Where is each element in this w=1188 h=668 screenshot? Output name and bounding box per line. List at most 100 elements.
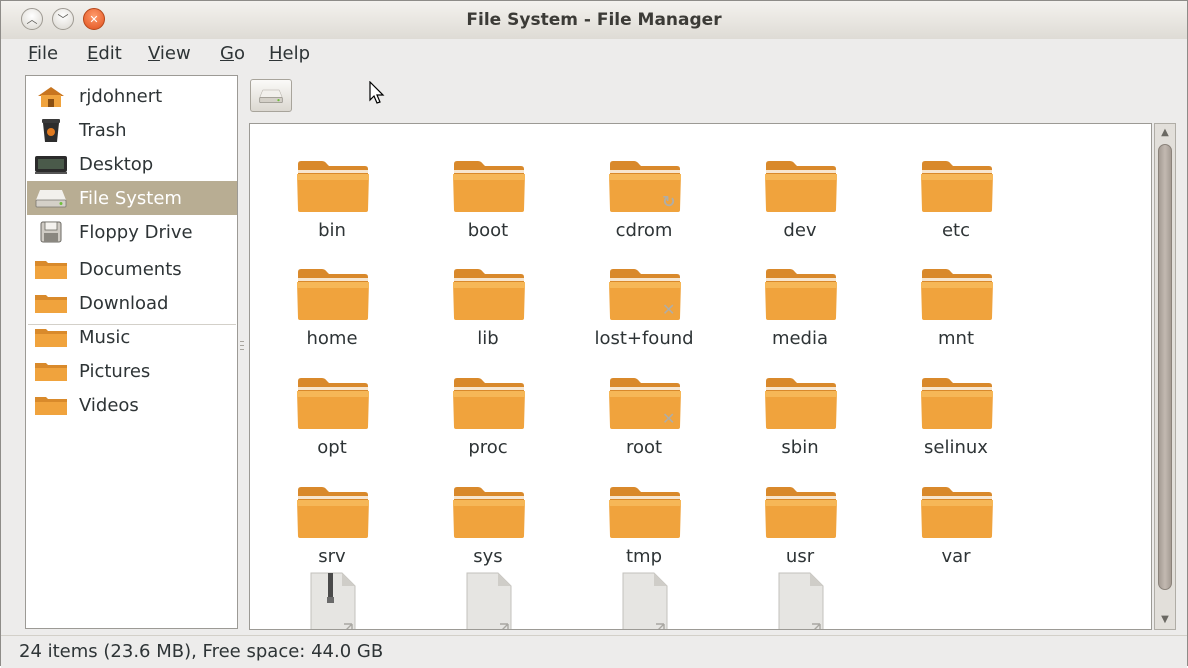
- sidebar-item-file-system[interactable]: File System: [27, 181, 237, 215]
- file-name-label: boot: [467, 220, 509, 241]
- file-name-label: root: [625, 437, 663, 458]
- status-bar: 24 items (23.6 MB), Free space: 44.0 GB: [1, 635, 1187, 668]
- file-item-dev[interactable]: dev: [730, 138, 870, 242]
- sidebar-item-floppy-drive[interactable]: Floppy Drive: [27, 215, 237, 249]
- file-name-label: proc: [468, 437, 508, 458]
- file-name-label: selinux: [924, 437, 988, 458]
- folder-icon: [764, 375, 838, 431]
- file-item-tmp[interactable]: tmp: [574, 464, 714, 568]
- file-item-usr[interactable]: usr: [730, 464, 870, 568]
- folder-icon: [920, 484, 994, 540]
- pane-resize-handle[interactable]: [239, 341, 245, 357]
- folder-icon: [920, 266, 994, 322]
- drive-icon: [259, 89, 283, 103]
- file-name-label: opt: [317, 437, 347, 458]
- folder-icon: [296, 375, 370, 431]
- file-item-media[interactable]: media: [730, 246, 870, 350]
- sidebar-item-label: Pictures: [79, 360, 151, 382]
- file-item-home[interactable]: home: [262, 246, 402, 350]
- file-item-item-24[interactable]: [730, 564, 870, 629]
- file-name-label: cdrom: [615, 220, 673, 241]
- menu-file[interactable]: File: [28, 43, 58, 64]
- folder-icon: [296, 266, 370, 322]
- sidebar-item-download[interactable]: Download: [27, 286, 237, 320]
- folder-icon: [33, 256, 69, 282]
- file-name-label: bin: [318, 220, 346, 241]
- floppy-icon: [33, 219, 69, 245]
- no-access-emblem-icon: ✕: [662, 300, 676, 319]
- file-item-cdrom[interactable]: ↻ cdrom: [574, 138, 714, 242]
- folder-icon: [764, 158, 838, 214]
- file-item-item-23[interactable]: [574, 564, 714, 629]
- file-icon: [464, 572, 514, 629]
- scroll-down-icon[interactable]: ▼: [1155, 611, 1175, 629]
- menu-edit[interactable]: Edit: [87, 43, 122, 64]
- drive-icon: [33, 185, 69, 211]
- sidebar-item-label: Music: [79, 326, 131, 348]
- sidebar-item-label: rjdohnert: [79, 85, 163, 107]
- status-text: 24 items (23.6 MB), Free space: 44.0 GB: [19, 641, 384, 662]
- sidebar-item-label: Desktop: [79, 153, 154, 175]
- file-item-sys[interactable]: sys: [418, 464, 558, 568]
- file-item-lost-found[interactable]: ✕ lost+found: [574, 246, 714, 350]
- vertical-scrollbar[interactable]: ▲ ▼: [1154, 123, 1176, 630]
- folder-icon: [608, 484, 682, 540]
- file-name-label: media: [771, 328, 829, 349]
- icon-view[interactable]: bin boot ↻ cdrom dev etc home lib ✕ lost+found med…: [249, 123, 1152, 630]
- scroll-up-icon[interactable]: ▲: [1155, 124, 1175, 142]
- folder-icon: [33, 392, 69, 418]
- file-item-sbin[interactable]: sbin: [730, 355, 870, 459]
- sidebar-item-music[interactable]: Music: [27, 320, 237, 354]
- sidebar-item-label: Videos: [79, 394, 139, 416]
- location-button-file-system[interactable]: [250, 79, 292, 112]
- scroll-thumb[interactable]: [1158, 144, 1172, 590]
- file-name-label: var: [941, 546, 971, 567]
- desktop-icon: [33, 151, 69, 177]
- sidebar-item-documents[interactable]: Documents: [27, 252, 237, 286]
- folder-icon: [764, 266, 838, 322]
- folder-icon: [452, 484, 526, 540]
- menu-go[interactable]: Go: [220, 43, 245, 64]
- sidebar-item-videos[interactable]: Videos: [27, 388, 237, 422]
- places-sidebar: rjdohnert Trash Desktop File System Flop…: [25, 75, 238, 629]
- folder-icon: [33, 290, 69, 316]
- archive-icon: [308, 572, 358, 629]
- sidebar-item-label: Floppy Drive: [79, 221, 193, 243]
- sidebar-item-desktop[interactable]: Desktop: [27, 147, 237, 181]
- mouse-pointer-icon: [368, 80, 388, 109]
- file-item-srv[interactable]: srv: [262, 464, 402, 568]
- folder-icon: [33, 324, 69, 350]
- menu-view[interactable]: View: [148, 43, 191, 64]
- file-item-boot[interactable]: boot: [418, 138, 558, 242]
- file-name-label: lib: [477, 328, 499, 349]
- folder-icon: [33, 358, 69, 384]
- file-item-bin[interactable]: bin: [262, 138, 402, 242]
- folder-icon: [764, 484, 838, 540]
- folder-icon: [452, 375, 526, 431]
- file-name-label: mnt: [938, 328, 974, 349]
- file-item-proc[interactable]: proc: [418, 355, 558, 459]
- file-item-mnt[interactable]: mnt: [886, 246, 1026, 350]
- sidebar-item-trash[interactable]: Trash: [27, 113, 237, 147]
- file-item-lib[interactable]: lib: [418, 246, 558, 350]
- file-item-selinux[interactable]: selinux: [886, 355, 1026, 459]
- file-item-root[interactable]: ✕ root: [574, 355, 714, 459]
- file-item-item-22[interactable]: [418, 564, 558, 629]
- folder-icon: [920, 375, 994, 431]
- file-item-item-21[interactable]: [262, 564, 402, 629]
- home-icon: [33, 83, 69, 109]
- file-item-var[interactable]: var: [886, 464, 1026, 568]
- menu-help[interactable]: Help: [269, 43, 310, 64]
- title-bar[interactable]: ︿ ﹀ ✕ File System - File Manager: [1, 1, 1187, 40]
- folder-icon: [296, 158, 370, 214]
- file-item-opt[interactable]: opt: [262, 355, 402, 459]
- sidebar-item-label: File System: [79, 187, 182, 209]
- file-icon: [776, 572, 826, 629]
- sidebar-item-home[interactable]: rjdohnert: [27, 79, 237, 113]
- sidebar-item-pictures[interactable]: Pictures: [27, 354, 237, 388]
- sidebar-item-label: Documents: [79, 258, 182, 280]
- no-access-emblem-icon: ✕: [662, 409, 676, 428]
- file-item-etc[interactable]: etc: [886, 138, 1026, 242]
- sidebar-item-label: Download: [79, 292, 169, 314]
- trash-icon: [33, 117, 69, 143]
